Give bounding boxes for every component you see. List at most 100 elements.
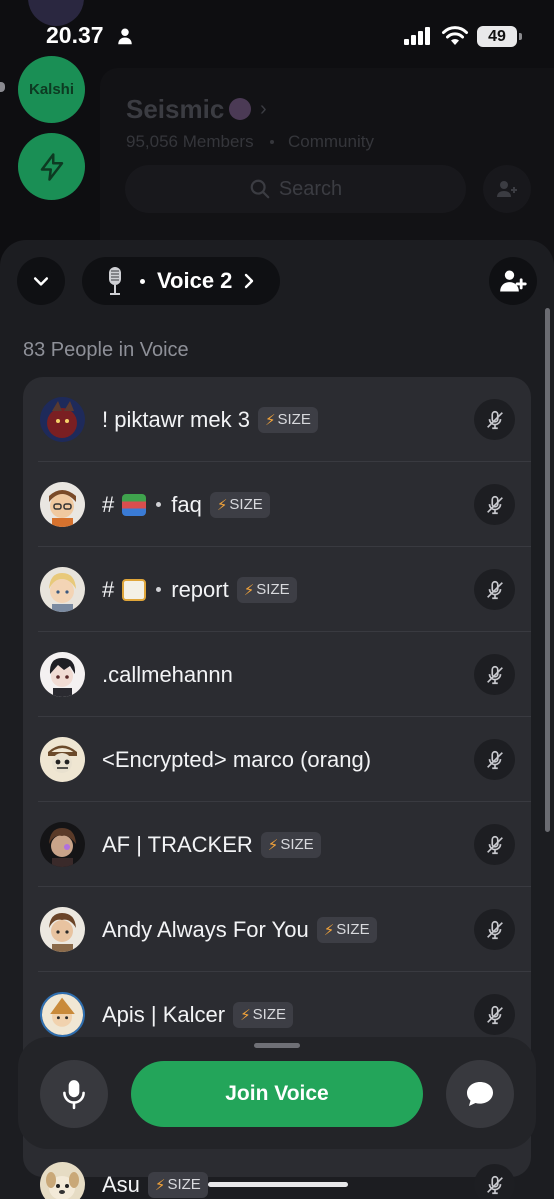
avatar [40,907,85,952]
list-item[interactable]: # faq ⚡ SIZE [23,462,531,547]
add-member-button[interactable] [483,165,531,213]
scrollbar[interactable] [545,308,550,832]
size-tag: ⚡ SIZE [236,576,297,603]
chat-button[interactable] [446,1060,514,1128]
wifi-icon [442,26,468,45]
member-name: AF | TRACKER ⚡ SIZE [102,802,321,887]
mute-button[interactable] [474,569,515,610]
unread-indicator [0,82,5,92]
avatar [40,737,85,782]
mute-button[interactable] [474,909,515,950]
memo-emoji-icon [122,578,147,601]
mute-button[interactable] [474,484,515,525]
member-name-text: Andy Always For You [102,916,309,942]
member-name: Asu ⚡ SIZE [102,1142,208,1199]
list-item[interactable]: Andy Always For You ⚡ SIZE [23,887,531,972]
list-item[interactable]: .callmehannn [23,632,531,717]
chevron-right-icon: › [260,98,267,120]
mute-button[interactable] [474,1164,515,1199]
size-tag-label: SIZE [280,836,314,853]
microphone-off-icon [486,1005,503,1024]
separator-dot [156,587,162,592]
join-voice-button[interactable]: Join Voice [131,1061,423,1127]
add-person-icon [497,181,517,197]
size-tag: ⚡ SIZE [257,406,318,433]
avatar [40,1162,85,1199]
list-item[interactable]: ! piktawr mek 3 ⚡ SIZE [23,377,531,462]
lightning-icon: ⚡ [264,411,276,429]
size-tag: ⚡ SIZE [260,831,321,858]
microphone-off-icon [486,835,503,854]
member-name: # report ⚡ SIZE [102,547,297,632]
lightning-icon: ⚡ [267,836,279,854]
microphone-button[interactable] [40,1060,108,1128]
member-name-text: Asu [102,1171,140,1197]
mute-button[interactable] [474,654,515,695]
member-prefix: # [102,491,115,517]
avatar [40,822,85,867]
mute-button[interactable] [474,399,515,440]
size-tag: ⚡ SIZE [209,491,270,518]
lightning-icon: ⚡ [243,581,255,599]
mute-button[interactable] [474,994,515,1035]
mute-button[interactable] [474,739,515,780]
microphone-off-icon [486,580,503,599]
voice-controls-bar: Join Voice [18,1037,536,1149]
size-tag: ⚡ SIZE [147,1171,208,1198]
server-type: Community [288,132,374,151]
size-tag: ⚡ SIZE [233,1001,293,1028]
microphone-off-icon [486,665,503,684]
avatar [40,567,85,612]
size-tag: ⚡ SIZE [316,916,377,943]
list-item[interactable]: <Encrypted> marco (orang) [23,717,531,802]
avatar [40,652,85,697]
home-indicator[interactable] [208,1182,348,1187]
channel-name: Voice 2 [157,268,233,293]
separator-dot [140,278,145,284]
search-bar[interactable]: Search [125,165,466,213]
separator-dot [270,140,274,144]
lightning-icon: ⚡ [154,1176,166,1194]
size-tag-label: SIZE [256,581,290,598]
separator-dot [156,502,162,507]
lightning-icon: ⚡ [216,496,228,514]
size-tag-label: SIZE [167,1176,201,1193]
server-name[interactable]: Seismic [126,94,224,125]
voice-channel-sheet: Voice 2 83 People in Voice ! piktawr mek… [0,240,554,1199]
member-name: # faq ⚡ SIZE [102,462,270,547]
people-in-voice-count: 83 People in Voice [23,339,189,361]
channel-selector[interactable]: Voice 2 [82,257,281,305]
avatar [40,482,85,527]
member-name-text: ! piktawr mek 3 [102,406,250,432]
list-item[interactable]: AF | TRACKER ⚡ SIZE [23,802,531,887]
server-icon-lightning[interactable] [18,133,85,200]
microphone-off-icon [486,1175,503,1194]
member-name-text: <Encrypted> marco (orang) [102,746,372,772]
list-item[interactable]: Asu ⚡ SIZE [23,1142,531,1199]
member-name-text: Apis | Kalcer [102,1001,226,1027]
microphone-icon [63,1080,85,1110]
mute-button[interactable] [474,824,515,865]
add-person-icon [500,270,527,292]
list-item[interactable]: # report ⚡ SIZE [23,547,531,632]
microphone-off-icon [486,920,503,939]
member-name: .callmehannn [102,632,233,717]
microphone-icon [109,267,121,295]
member-name: Andy Always For You ⚡ SIZE [102,887,377,972]
microphone-off-icon [486,495,503,514]
invite-button[interactable] [489,257,537,305]
member-count: 95,056 Members [126,132,254,151]
avatar [40,992,85,1037]
member-name-text: report [171,576,229,602]
drag-handle[interactable] [254,1043,300,1048]
server-icon-label: Kalshi [28,81,74,98]
member-name: ! piktawr mek 3 ⚡ SIZE [102,377,318,462]
member-name: <Encrypted> marco (orang) [102,717,371,802]
search-icon [250,179,270,199]
size-tag-label: SIZE [229,496,263,513]
collapse-button[interactable] [17,257,65,305]
server-badge-icon [229,98,251,120]
status-time: 20.37 [46,22,104,48]
member-prefix: # [102,576,115,602]
size-tag-label: SIZE [252,1006,286,1023]
